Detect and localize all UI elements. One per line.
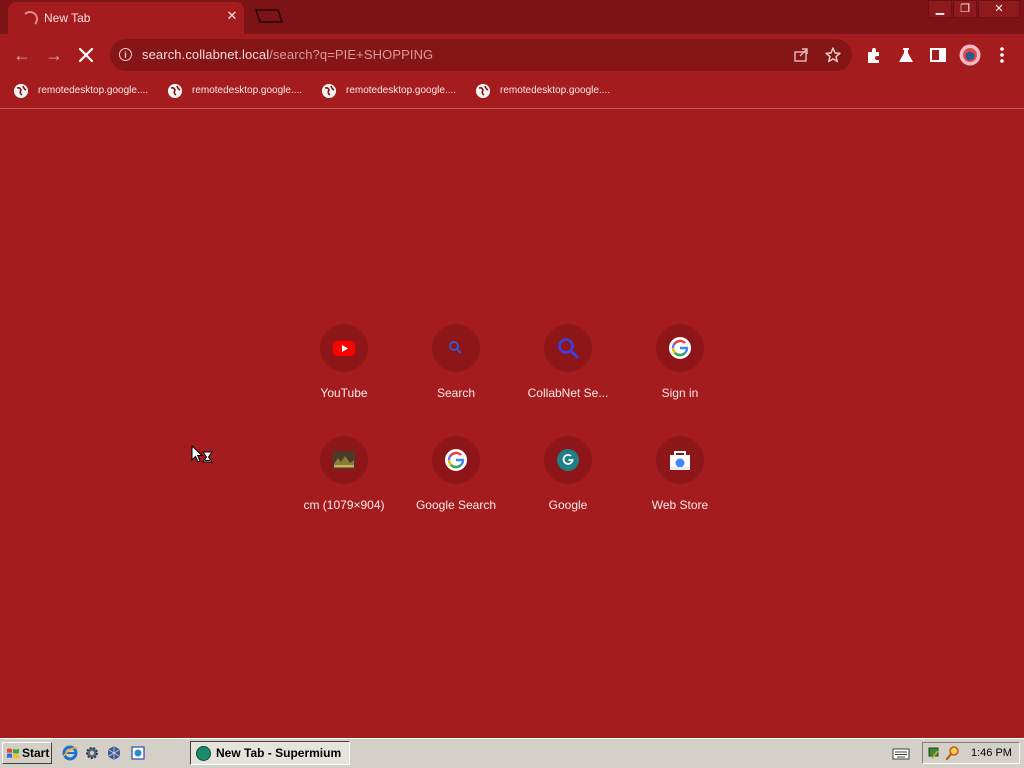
globe-icon	[14, 84, 28, 98]
taskbar-item-label: New Tab - Supermium	[216, 746, 342, 760]
windows-taskbar: Start New Tab - Supermium 1:46 PM	[0, 738, 1024, 768]
shortcut-tile-web-store[interactable]: Web Store	[624, 436, 736, 536]
tab-close-icon[interactable]: ✕	[224, 8, 240, 24]
shortcut-label: Web Store	[651, 498, 709, 512]
profile-avatar[interactable]	[959, 44, 981, 66]
minimize-button[interactable]: ▁	[928, 0, 952, 18]
google-g-icon	[557, 449, 579, 471]
shortcut-label: YouTube	[320, 386, 368, 400]
menu-kebab-icon[interactable]	[992, 45, 1012, 65]
google-icon	[669, 337, 691, 359]
address-bar[interactable]: i search.collabnet.local/search?q=PIE+SH…	[110, 39, 852, 71]
url-host: search.collabnet.local	[142, 47, 270, 62]
stop-loading-button[interactable]	[74, 43, 98, 67]
search-icon	[449, 341, 462, 354]
shortcut-icon-circle	[320, 324, 368, 372]
shortcut-icon-circle	[544, 436, 592, 484]
taskbar-clock[interactable]: 1:46 PM	[971, 747, 1012, 759]
share-icon[interactable]	[792, 46, 810, 64]
bookmarks-bar: remotedesktop.google.... remotedesktop.g…	[0, 76, 1024, 109]
image-thumbnail-icon	[333, 451, 355, 469]
virtualbox-icon[interactable]	[106, 745, 122, 761]
new-tab-page: YouTube Search CollabNet Se... Sign in c…	[0, 109, 1024, 738]
close-window-button[interactable]: ✕	[978, 0, 1020, 18]
site-info-icon[interactable]: i	[119, 48, 132, 61]
title-bar: New Tab ✕ ▁ ❐ ✕	[0, 0, 1024, 34]
bookmark-label: remotedesktop.google....	[38, 85, 149, 96]
globe-icon	[168, 84, 182, 98]
tab-new-tab[interactable]: New Tab ✕	[8, 2, 244, 34]
settings-gear-icon[interactable]	[84, 745, 100, 761]
shortcut-label: cm (1079×904)	[303, 498, 385, 512]
shortcut-tile-cm-image[interactable]: cm (1079×904)	[288, 436, 400, 536]
windows-flag-icon	[7, 748, 19, 759]
shortcut-tile-search[interactable]: Search	[400, 324, 512, 424]
shortcut-label: CollabNet Se...	[527, 386, 609, 400]
loading-spinner-icon	[22, 11, 38, 27]
shortcut-tile-youtube[interactable]: YouTube	[288, 324, 400, 424]
url-path: /search?q=PIE+SHOPPING	[269, 47, 434, 62]
shortcut-icon-circle	[656, 436, 704, 484]
bookmark-label: remotedesktop.google....	[346, 85, 457, 96]
start-button[interactable]: Start	[2, 742, 52, 764]
browser-shortcut-icon[interactable]	[130, 745, 146, 761]
search-icon	[558, 338, 579, 359]
back-button[interactable]: ←	[10, 43, 34, 67]
shortcut-icon-circle	[432, 436, 480, 484]
side-panel-icon[interactable]	[928, 45, 948, 65]
labs-flask-icon[interactable]	[896, 45, 916, 65]
start-label: Start	[22, 746, 50, 760]
shortcut-label: Sign in	[661, 386, 699, 400]
busy-cursor-icon	[191, 445, 213, 463]
extensions-icon[interactable]	[864, 45, 884, 65]
globe-icon	[476, 84, 490, 98]
new-tab-button[interactable]	[254, 9, 284, 23]
bookmark-label: remotedesktop.google....	[500, 85, 611, 96]
system-tray: 1:46 PM	[922, 742, 1020, 764]
forward-button[interactable]: →	[42, 43, 66, 67]
network-tray-icon[interactable]	[927, 745, 943, 761]
magnifier-tray-icon[interactable]	[945, 745, 961, 761]
shortcut-icon-circle	[544, 324, 592, 372]
taskbar-item-supermium[interactable]: New Tab - Supermium	[190, 741, 350, 765]
keyboard-icon[interactable]	[892, 748, 910, 760]
browser-toolbar: ← → i search.collabnet.local/search?q=PI…	[0, 34, 1024, 76]
shortcut-label: Search	[436, 386, 476, 400]
restore-button[interactable]: ❐	[953, 0, 977, 18]
shortcut-tile-google-search[interactable]: Google Search	[400, 436, 512, 536]
shortcut-tile-collabnet-search[interactable]: CollabNet Se...	[512, 324, 624, 424]
youtube-icon	[333, 341, 355, 356]
google-icon	[445, 449, 467, 471]
shortcut-tile-google[interactable]: Google	[512, 436, 624, 536]
shortcut-label: Google	[548, 498, 588, 512]
shortcut-tile-sign-in[interactable]: Sign in	[624, 324, 736, 424]
address-bar-url[interactable]: search.collabnet.local/search?q=PIE+SHOP…	[142, 47, 433, 62]
web-store-icon	[670, 451, 690, 470]
shortcut-icon-circle	[432, 324, 480, 372]
internet-explorer-icon[interactable]	[62, 745, 78, 761]
supermium-icon	[196, 746, 211, 761]
shortcut-icon-circle	[320, 436, 368, 484]
shortcut-label: Google Search	[415, 498, 497, 512]
bookmark-star-icon[interactable]	[824, 46, 842, 64]
tab-title: New Tab	[44, 11, 91, 25]
bookmark-label: remotedesktop.google....	[192, 85, 303, 96]
shortcut-icon-circle	[656, 324, 704, 372]
globe-icon	[322, 84, 336, 98]
